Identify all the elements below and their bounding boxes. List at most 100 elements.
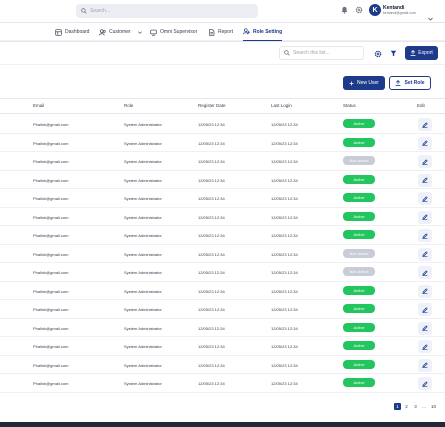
- avatar[interactable]: K: [369, 4, 381, 16]
- edit-button[interactable]: [418, 173, 432, 187]
- edit-button[interactable]: [418, 118, 432, 131]
- pencil-icon: [422, 343, 428, 350]
- table-row: Phallnk@gmail.com System Administrator 12/…: [0, 263, 445, 282]
- table-row: Phallnk@gmail.com System Administrator 12/…: [0, 134, 445, 152]
- page-button[interactable]: 3: [412, 403, 419, 410]
- register-date-cell: 12/05/23 12:34: [198, 270, 225, 275]
- status-badge: Active: [343, 119, 375, 128]
- column-header-last-login[interactable]: Last Login: [271, 103, 292, 108]
- pencil-icon: [422, 288, 428, 294]
- role-cell: System Administrator: [124, 140, 162, 146]
- role-icon: [243, 28, 250, 35]
- email-cell: Phallnk@gmail.com: [33, 362, 69, 368]
- document-icon: [209, 28, 215, 36]
- filter-icon[interactable]: [389, 49, 398, 58]
- page-button[interactable]: 10: [429, 403, 438, 410]
- email-cell: Phallnk@gmail.com: [33, 159, 69, 164]
- edit-button[interactable]: [418, 210, 432, 224]
- gear-icon[interactable]: [354, 5, 363, 15]
- pencil-icon: [422, 251, 428, 257]
- register-date-cell: 12/05/23 12:34: [198, 122, 225, 127]
- edit-button[interactable]: [418, 377, 432, 390]
- list-search-input[interactable]: [293, 50, 363, 56]
- pencil-icon: [422, 214, 428, 220]
- table-row: Phallnk@gmail.com System Administrator 12/…: [0, 337, 445, 356]
- column-header-email[interactable]: Email: [33, 103, 44, 108]
- edit-button[interactable]: [418, 358, 432, 372]
- table-row: Phallnk@gmail.com System Administrator 12/…: [0, 208, 445, 226]
- edit-button[interactable]: [418, 303, 432, 316]
- email-cell: Phallnk@gmail.com: [33, 307, 69, 312]
- search-input[interactable]: [90, 8, 240, 14]
- nav-item-customer[interactable]: Customer: [99, 23, 142, 41]
- status-badge: Non Active: [343, 267, 375, 276]
- role-cell: System Administrator: [124, 196, 162, 201]
- export-button[interactable]: Export: [405, 46, 438, 60]
- settings-icon[interactable]: [373, 49, 382, 58]
- register-date-cell: 12/05/23 12:34: [198, 381, 225, 386]
- global-search[interactable]: [76, 4, 258, 18]
- page-button[interactable]: 2: [403, 403, 410, 410]
- role-cell: System Administrator: [124, 122, 162, 127]
- register-date-cell: 12/05/23 12:34: [198, 362, 225, 368]
- email-cell: Phallnk@gmail.com: [33, 344, 69, 349]
- search-icon: [284, 50, 290, 56]
- status-badge: Active: [343, 285, 375, 295]
- status-badge: Active: [343, 359, 375, 369]
- last-login-cell: 12/05/23 12:34: [271, 177, 298, 183]
- email-cell: Phallnk@gmail.com: [33, 214, 69, 220]
- last-login-cell: 12/05/23 12:34: [271, 307, 298, 312]
- users-icon: [99, 28, 106, 35]
- pencil-icon: [422, 195, 428, 202]
- column-header-status[interactable]: Status: [343, 103, 356, 108]
- last-login-cell: 12/05/23 12:34: [271, 233, 298, 238]
- edit-button[interactable]: [418, 192, 432, 205]
- status-badge: Active: [343, 174, 375, 184]
- last-login-cell: 12/05/23 12:34: [271, 325, 298, 331]
- pencil-icon: [422, 380, 428, 387]
- status-badge: Non Active: [343, 248, 375, 258]
- last-login-cell: 12/05/23 12:34: [271, 362, 298, 368]
- nav-item-label: Dashboard: [65, 29, 90, 35]
- status-badge: Active: [343, 341, 375, 350]
- nav-item-report[interactable]: Report: [208, 23, 233, 41]
- last-login-cell: 12/05/23 12:34: [271, 140, 298, 146]
- edit-button[interactable]: [418, 321, 432, 335]
- table-row: Phallnk@gmail.com System Administrator 12/…: [0, 356, 445, 374]
- upload-icon: [410, 50, 416, 56]
- new-user-button[interactable]: New User: [343, 76, 385, 90]
- edit-button[interactable]: [418, 155, 432, 168]
- monitor-icon: [150, 29, 157, 36]
- edit-button[interactable]: [418, 229, 432, 242]
- edit-button[interactable]: [418, 340, 432, 353]
- register-date-cell: 12/05/23 12:34: [198, 251, 225, 257]
- list-search[interactable]: [279, 46, 364, 60]
- nav-item-label: Report: [218, 29, 234, 35]
- plus-icon: [349, 81, 354, 85]
- main-nav: Dashboard Customer Omni Supervisor Repor…: [0, 22, 445, 41]
- bottom-strip: [0, 422, 445, 427]
- nav-item-role-setting[interactable]: Role Setting: [243, 23, 283, 41]
- pagination-ellipsis: ...: [422, 404, 426, 409]
- role-cell: System Administrator: [124, 325, 162, 331]
- edit-button[interactable]: [418, 266, 432, 279]
- edit-button[interactable]: [418, 247, 432, 261]
- register-date-cell: 12/05/23 12:34: [198, 177, 225, 183]
- column-header-edit: Edit: [417, 103, 425, 108]
- bell-icon[interactable]: [340, 5, 349, 15]
- email-cell: Phallnk@gmail.com: [33, 140, 69, 146]
- role-cell: System Administrator: [124, 214, 162, 220]
- nav-item-omni-supervisor[interactable]: Omni Supervisor: [150, 23, 197, 41]
- nav-item-dashboard[interactable]: Dashboard: [55, 23, 89, 41]
- last-login-cell: 12/05/23 12:34: [271, 270, 298, 275]
- role-cell: System Administrator: [124, 362, 162, 368]
- page-button[interactable]: 1: [394, 403, 401, 410]
- set-role-button[interactable]: Set Role: [389, 76, 431, 90]
- column-header-role[interactable]: Role: [124, 103, 133, 108]
- register-date-cell: 12/05/23 12:34: [198, 159, 225, 164]
- chevron-down-icon: [137, 30, 142, 34]
- edit-button[interactable]: [418, 284, 432, 298]
- column-header-register-date[interactable]: Register Date: [198, 103, 226, 108]
- edit-button[interactable]: [418, 136, 432, 150]
- search-icon: [81, 8, 87, 14]
